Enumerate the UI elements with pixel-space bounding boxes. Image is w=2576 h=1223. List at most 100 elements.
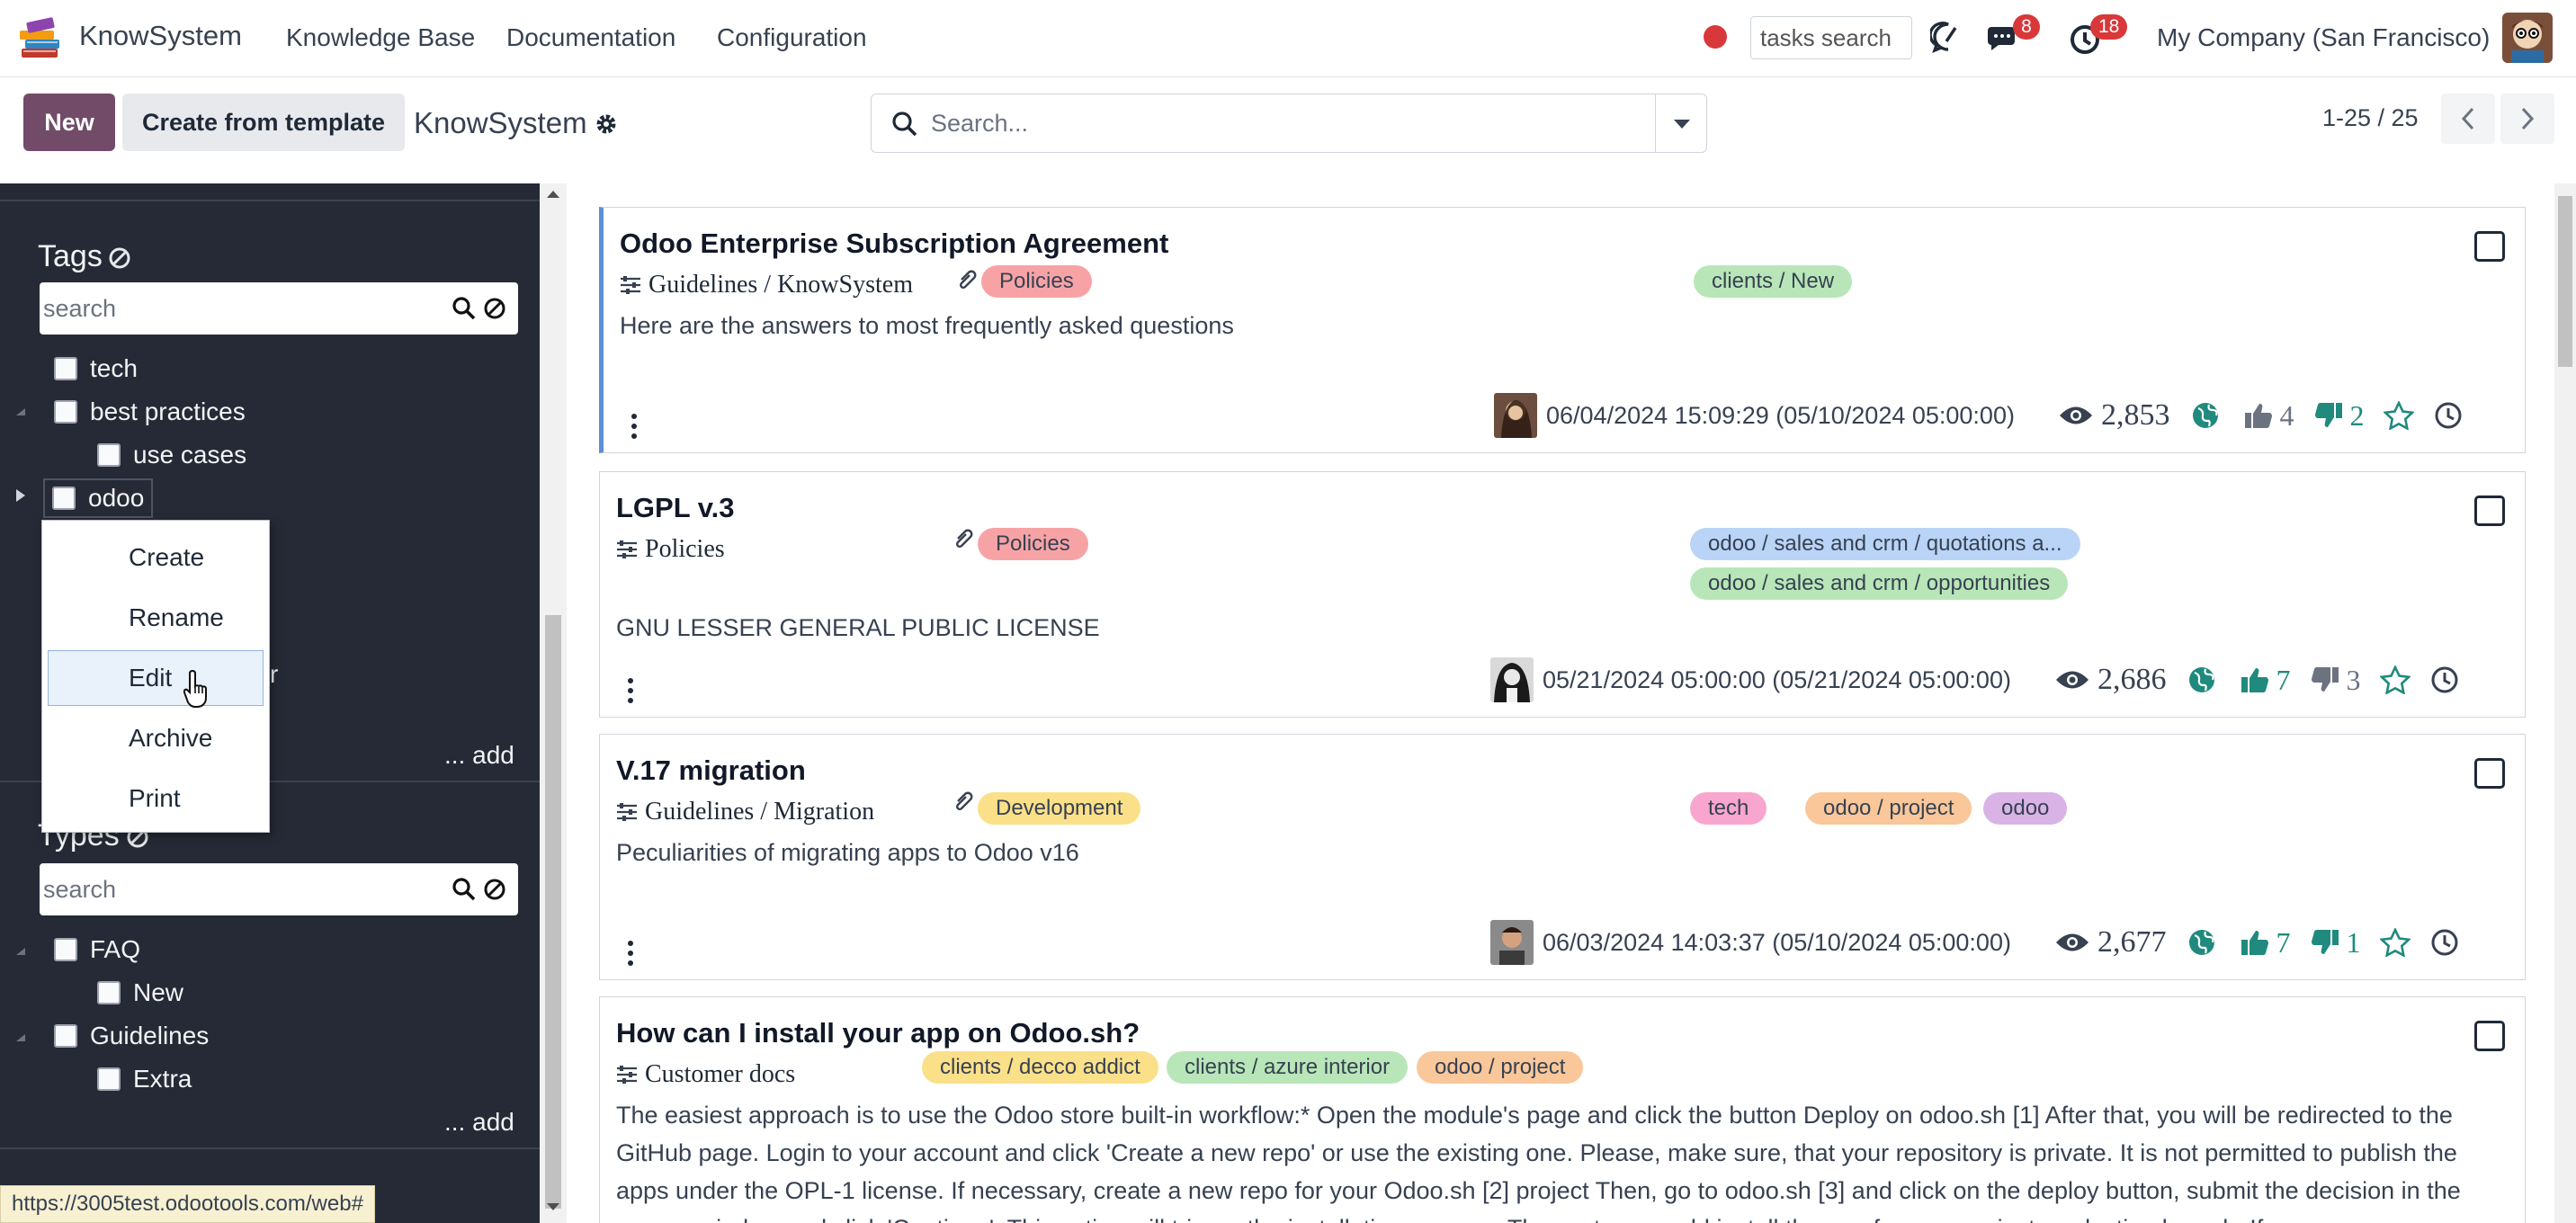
star-icon[interactable] [2384, 401, 2415, 430]
pager-next-button[interactable] [2500, 94, 2554, 144]
search-input[interactable] [931, 103, 1632, 143]
tags-add-link[interactable]: ... add [444, 741, 514, 770]
section-tag[interactable]: Policies [978, 528, 1088, 560]
thumbs-up-icon[interactable] [2240, 665, 2270, 694]
menu-documentation[interactable]: Documentation [506, 23, 675, 52]
thumbs-down-icon[interactable] [2310, 665, 2340, 694]
history-clock-icon[interactable] [2434, 401, 2463, 430]
thumbs-down-icon[interactable] [2310, 928, 2340, 957]
article-title[interactable]: V.17 migration [616, 754, 806, 787]
tags-search-input[interactable] [43, 290, 439, 327]
types-add-link[interactable]: ... add [444, 1108, 514, 1137]
globe-icon[interactable] [2191, 401, 2220, 430]
article-select-checkbox[interactable] [2474, 231, 2505, 262]
section-tag[interactable]: Policies [981, 265, 1092, 298]
article-tag[interactable]: tech [1690, 792, 1767, 825]
article-tag[interactable]: odoo / project [1805, 792, 1972, 825]
tags-clear-icon[interactable] [108, 246, 131, 270]
article-select-checkbox[interactable] [2474, 758, 2505, 789]
search-options-toggle[interactable] [1655, 94, 1707, 153]
tree-collapsed-icon[interactable] [14, 487, 27, 504]
type-checkbox[interactable] [97, 981, 121, 1004]
tag-checkbox[interactable] [52, 487, 76, 510]
more-options-icon[interactable] [631, 413, 638, 440]
context-menu-edit[interactable]: Edit [48, 650, 264, 706]
tree-expanded-icon[interactable] [14, 948, 27, 964]
star-icon[interactable] [2380, 928, 2411, 957]
article-select-checkbox[interactable] [2474, 495, 2505, 526]
search-icon[interactable] [452, 877, 477, 902]
tasks-search-input[interactable] [1750, 16, 1912, 59]
more-options-icon[interactable] [627, 940, 634, 967]
article-tag[interactable]: clients / azure interior [1167, 1051, 1409, 1084]
context-menu-print[interactable]: Print [48, 771, 264, 826]
type-checkbox[interactable] [97, 1067, 121, 1091]
main-scrollbar[interactable] [2554, 183, 2576, 1223]
type-checkbox[interactable] [54, 938, 77, 961]
context-menu-archive[interactable]: Archive [48, 710, 264, 766]
scroll-up-arrow-icon[interactable] [545, 189, 561, 200]
tag-node-partial[interactable]: r [270, 656, 278, 692]
article-tag[interactable]: odoo / project [1417, 1051, 1584, 1084]
new-button[interactable]: New [23, 94, 115, 151]
pager-value[interactable]: 1-25 / 25 [2322, 104, 2419, 132]
tag-checkbox[interactable] [54, 400, 77, 424]
article-title[interactable]: Odoo Enterprise Subscription Agreement [620, 228, 1168, 260]
menu-knowledge-base[interactable]: Knowledge Base [286, 23, 475, 52]
gear-icon[interactable] [594, 112, 619, 137]
pager-previous-button[interactable] [2441, 94, 2495, 144]
article-card[interactable]: V.17 migration Guidelines / Migration De… [599, 734, 2526, 980]
tree-expanded-icon[interactable] [14, 408, 27, 424]
types-search-input[interactable] [43, 870, 439, 908]
context-menu-create[interactable]: Create [48, 530, 264, 585]
clear-icon[interactable] [482, 877, 507, 902]
article-tag[interactable]: clients / New [1694, 265, 1853, 298]
discuss-icon[interactable] [1930, 20, 1966, 56]
sidebar-scrollbar[interactable] [540, 183, 567, 1223]
article-tag[interactable]: clients / decco addict [922, 1051, 1158, 1084]
article-card[interactable]: LGPL v.3 Policies Policies odoo / sales … [599, 471, 2526, 718]
article-tag[interactable]: odoo [1983, 792, 2068, 825]
article-card[interactable]: How can I install your app on Odoo.sh? C… [599, 996, 2526, 1223]
thumbs-up-icon[interactable] [2243, 401, 2274, 430]
scroll-down-arrow-icon[interactable] [545, 1201, 561, 1212]
type-node-faq[interactable]: FAQ [54, 932, 140, 968]
tag-node-odoo[interactable]: odoo [42, 478, 154, 518]
history-clock-icon[interactable] [2430, 665, 2459, 694]
create-from-template-button[interactable]: Create from template [122, 94, 405, 151]
type-node-guidelines[interactable]: Guidelines [54, 1018, 209, 1054]
article-title[interactable]: LGPL v.3 [616, 492, 735, 524]
tag-node-tech[interactable]: tech [54, 351, 138, 387]
star-icon[interactable] [2380, 665, 2411, 694]
company-switcher[interactable]: My Company (San Francisco) [2157, 23, 2490, 52]
recording-indicator-icon[interactable] [1704, 25, 1727, 49]
search-icon[interactable] [452, 296, 477, 321]
type-node-extra[interactable]: Extra [97, 1061, 192, 1097]
globe-icon[interactable] [2187, 665, 2216, 694]
clear-icon[interactable] [482, 296, 507, 321]
globe-icon[interactable] [2187, 928, 2216, 957]
tag-node-use-cases[interactable]: use cases [97, 437, 246, 473]
article-title[interactable]: How can I install your app on Odoo.sh? [616, 1017, 1140, 1049]
breadcrumb: KnowSystem [414, 106, 587, 139]
article-tag[interactable]: odoo / sales and crm / opportunities [1690, 567, 2069, 600]
article-card[interactable]: Odoo Enterprise Subscription Agreement G… [599, 207, 2526, 453]
article-select-checkbox[interactable] [2474, 1021, 2505, 1051]
type-checkbox[interactable] [54, 1024, 77, 1048]
section-tag[interactable]: Development [978, 792, 1141, 825]
user-avatar[interactable] [2502, 13, 2553, 63]
thumbs-down-icon[interactable] [2313, 401, 2344, 430]
menu-configuration[interactable]: Configuration [717, 23, 867, 52]
app-brand[interactable]: KnowSystem [79, 20, 242, 52]
tree-expanded-icon[interactable] [14, 1034, 27, 1050]
context-menu-rename[interactable]: Rename [48, 590, 264, 646]
tag-node-best-practices[interactable]: best practices [54, 394, 246, 430]
tag-checkbox[interactable] [97, 443, 121, 467]
knowsystem-logo-icon[interactable] [16, 13, 65, 63]
article-tag[interactable]: odoo / sales and crm / quotations a... [1690, 528, 2080, 560]
more-options-icon[interactable] [627, 677, 634, 704]
tag-checkbox[interactable] [54, 357, 77, 380]
history-clock-icon[interactable] [2430, 928, 2459, 957]
type-node-new[interactable]: New [97, 975, 183, 1011]
thumbs-up-icon[interactable] [2240, 928, 2270, 957]
